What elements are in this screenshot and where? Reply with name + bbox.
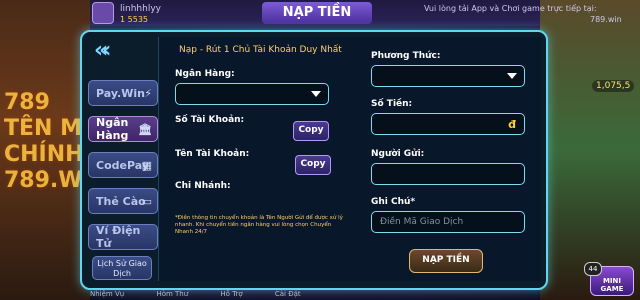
top-notice-url: 789.win [590, 15, 622, 24]
bottom-nav-item[interactable]: Hòm Thư [156, 290, 188, 298]
chevron-down-icon [507, 73, 517, 79]
sender-input[interactable] [371, 163, 525, 185]
note-placeholder: Điền Mã Giao Dịch [380, 217, 464, 227]
method-label: Phương Thức: [371, 51, 441, 61]
bank-icon: 🏛 [138, 123, 152, 136]
currency-symbol: đ [508, 118, 516, 131]
method-select[interactable] [371, 65, 525, 87]
sidebar-item-label: Thẻ Cào [96, 194, 146, 208]
copy-account-name-button[interactable]: Copy [295, 155, 331, 175]
coin-balance: 1 5535 [120, 15, 148, 24]
sender-label: Người Gửi: [371, 149, 425, 159]
back-chevron-icon[interactable]: «‹ [94, 38, 138, 64]
background-right-banner [540, 0, 640, 300]
bottom-nav: Nhiệm Vụ Hòm Thư Hỗ Trợ Cài Đặt [90, 290, 450, 300]
form-notice: Nạp - Rút 1 Chủ Tài Khoản Duy Nhất [179, 45, 342, 55]
transaction-history-button[interactable]: Lịch Sử Giao Dịch [92, 256, 152, 280]
lightning-icon: ⚡ [144, 87, 152, 100]
sidebar-item-wallet[interactable]: Ví Điện Tử [88, 224, 158, 250]
note-input[interactable]: Điền Mã Giao Dịch [371, 211, 525, 233]
sidebar-item-paywin[interactable]: Pay.Win ⚡ [88, 80, 158, 106]
transfer-disclaimer: *Điền thông tin chuyển khoản là Tên Ngườ… [175, 215, 343, 235]
top-notice: Vui lòng tải App và Chơi game trực tiếp … [424, 4, 597, 13]
deposit-form: Nạp - Rút 1 Chủ Tài Khoản Duy Nhất Ngân … [158, 37, 541, 281]
submit-deposit-button[interactable]: NẠP TIỀN [409, 249, 483, 273]
bank-label: Ngân Hàng: [175, 69, 235, 79]
payment-method-sidebar: «‹ Pay.Win ⚡ Ngân Hàng 🏛 CodePay ▦ Thẻ C… [82, 32, 173, 284]
avatar[interactable] [92, 2, 114, 24]
top-deposit-button[interactable]: NẠP TIỀN [262, 2, 372, 24]
jackpot-balance: 1,075,5 [592, 80, 635, 92]
username: linhhhlyy [120, 4, 161, 14]
amount-input[interactable]: đ [371, 113, 525, 135]
amount-label: Số Tiền: [371, 99, 413, 109]
qr-icon: ▦ [141, 159, 152, 172]
copy-account-number-button[interactable]: Copy [293, 121, 329, 141]
deposit-modal: «‹ Pay.Win ⚡ Ngân Hàng 🏛 CodePay ▦ Thẻ C… [80, 30, 548, 290]
sidebar-item-bank[interactable]: Ngân Hàng 🏛 [88, 116, 158, 142]
chevron-down-icon [311, 91, 321, 97]
branch-label: Chi Nhánh: [175, 181, 231, 191]
card-icon: ▭ [141, 195, 152, 208]
note-label: Ghi Chú* [371, 197, 416, 207]
sidebar-item-codepay[interactable]: CodePay ▦ [88, 152, 158, 178]
minigame-badge: 44 [584, 262, 602, 276]
account-number-label: Số Tài Khoản: [175, 115, 245, 125]
sidebar-item-label: Pay.Win [96, 86, 145, 100]
sidebar-item-label: Ví Điện Tử [96, 224, 141, 250]
bottom-nav-item[interactable]: Hỗ Trợ [220, 290, 242, 298]
account-name-label: Tên Tài Khoản: [175, 149, 250, 159]
bank-select[interactable] [175, 83, 329, 105]
bottom-nav-item[interactable]: Cài Đặt [275, 290, 301, 298]
bottom-nav-item[interactable]: Nhiệm Vụ [90, 290, 124, 298]
sidebar-item-card[interactable]: Thẻ Cào ▭ [88, 188, 158, 214]
